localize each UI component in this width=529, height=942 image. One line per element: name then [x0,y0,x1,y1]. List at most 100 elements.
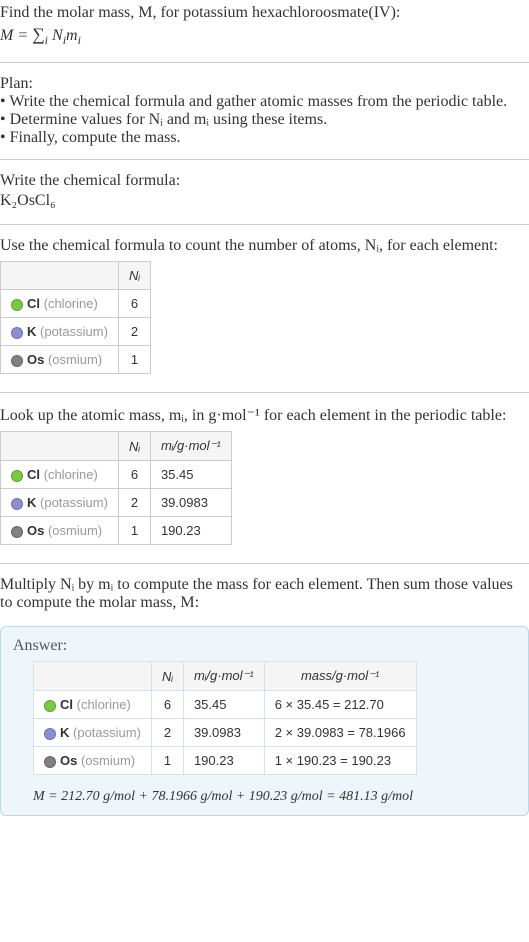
answer-box: Answer: Nᵢ mᵢ/g·mol⁻¹ mass/g·mol⁻¹ Cl (c… [0,626,529,816]
count-heading: Use the chemical formula to count the nu… [0,237,529,255]
element-dot-icon [11,526,23,538]
blank-header [1,262,119,290]
divider [0,62,529,63]
element-name: (chlorine) [44,467,98,482]
multiply-heading: Multiply Nᵢ by mᵢ to compute the mass fo… [0,576,529,612]
mi-cell: 35.45 [150,461,231,489]
element-symbol: Cl [27,296,40,311]
mass-section: Look up the atomic mass, mᵢ, in g·mol⁻¹ … [0,401,529,555]
table-row: Os (osmium) 1 190.23 [1,517,232,545]
mi-cell: 190.23 [150,517,231,545]
divider [0,224,529,225]
ni-cell: 2 [151,719,183,747]
calc-cell: 2 × 39.0983 = 78.1966 [264,719,416,747]
ni-cell: 2 [118,318,150,346]
mi-cell: 39.0983 [150,489,231,517]
multiply-section: Multiply Nᵢ by mᵢ to compute the mass fo… [0,572,529,616]
mi-header: mᵢ/g·mol⁻¹ [150,432,231,461]
element-cell: K (potassium) [1,318,119,346]
element-dot-icon [11,470,23,482]
element-cell: K (potassium) [34,719,152,747]
mass-header: mass/g·mol⁻¹ [264,662,416,691]
element-cell: K (potassium) [1,489,119,517]
intro-line: Find the molar mass, M, for potassium he… [0,4,529,22]
ni-header: Nᵢ [118,262,150,290]
ni-cell: 6 [118,290,150,318]
answer-table: Nᵢ mᵢ/g·mol⁻¹ mass/g·mol⁻¹ Cl (chlorine)… [33,661,417,775]
ni-header: Nᵢ [118,432,150,461]
plan-heading: Plan: [0,75,529,93]
table-row: Os (osmium) 1 [1,346,151,374]
ni-cell: 1 [151,747,183,775]
table-header-row: Nᵢ mᵢ/g·mol⁻¹ [1,432,232,461]
plan-section: Plan: • Write the chemical formula and g… [0,71,529,151]
ni-cell: 6 [118,461,150,489]
element-symbol: Os [27,352,44,367]
ni-cell: 1 [118,346,150,374]
element-name: (potassium) [40,324,108,339]
element-dot-icon [11,355,23,367]
element-cell: Cl (chlorine) [1,461,119,489]
calc-cell: 1 × 190.23 = 190.23 [264,747,416,775]
plan-bullet-3: • Finally, compute the mass. [0,129,529,147]
element-cell: Os (osmium) [1,346,119,374]
element-cell: Os (osmium) [34,747,152,775]
mi-header: mᵢ/g·mol⁻¹ [183,662,264,691]
blank-header [1,432,119,461]
element-name: (potassium) [40,495,108,510]
element-dot-icon [11,498,23,510]
element-cell: Os (osmium) [1,517,119,545]
element-cell: Cl (chlorine) [34,691,152,719]
intro-formula: M = ∑i Nimi [0,22,529,50]
element-dot-icon [44,756,56,768]
element-dot-icon [44,728,56,740]
table-header-row: Nᵢ mᵢ/g·mol⁻¹ mass/g·mol⁻¹ [34,662,417,691]
element-name: (chlorine) [44,296,98,311]
table-row: Cl (chlorine) 6 [1,290,151,318]
mi-cell: 190.23 [183,747,264,775]
ni-header: Nᵢ [151,662,183,691]
intro-section: Find the molar mass, M, for potassium he… [0,0,529,54]
element-symbol: Os [60,753,77,768]
divider [0,159,529,160]
divider [0,563,529,564]
element-dot-icon [11,327,23,339]
element-symbol: Cl [60,697,73,712]
chem-heading: Write the chemical formula: [0,172,529,190]
element-dot-icon [44,700,56,712]
count-section: Use the chemical formula to count the nu… [0,233,529,384]
element-name: (potassium) [73,725,141,740]
table-header-row: Nᵢ [1,262,151,290]
mass-table: Nᵢ mᵢ/g·mol⁻¹ Cl (chlorine) 6 35.45 K (p… [0,431,232,545]
plan-bullet-2: • Determine values for Nᵢ and mᵢ using t… [0,111,529,129]
element-symbol: Os [27,523,44,538]
table-row: Os (osmium) 1 190.23 1 × 190.23 = 190.23 [34,747,417,775]
table-row: K (potassium) 2 39.0983 2 × 39.0983 = 78… [34,719,417,747]
count-table: Nᵢ Cl (chlorine) 6 K (potassium) 2 Os (o… [0,261,151,374]
calc-cell: 6 × 35.45 = 212.70 [264,691,416,719]
plan-bullet-1: • Write the chemical formula and gather … [0,93,529,111]
sum-subscript: i [45,33,48,47]
answer-label: Answer: [13,637,516,655]
mass-heading: Look up the atomic mass, mᵢ, in g·mol⁻¹ … [0,405,529,425]
element-symbol: K [27,324,36,339]
ni-cell: 6 [151,691,183,719]
blank-header [34,662,152,691]
mi-cell: 35.45 [183,691,264,719]
chem-formula: K₂OsCl₆ [0,190,529,212]
element-dot-icon [11,299,23,311]
ni-cell: 1 [118,517,150,545]
mi-cell: 39.0983 [183,719,264,747]
table-row: K (potassium) 2 [1,318,151,346]
divider [0,392,529,393]
answer-result: M = 212.70 g/mol + 78.1966 g/mol + 190.2… [33,781,516,805]
element-symbol: K [60,725,69,740]
table-row: Cl (chlorine) 6 35.45 [1,461,232,489]
chem-formula-section: Write the chemical formula: K₂OsCl₆ [0,168,529,216]
element-name: (chlorine) [77,697,131,712]
table-row: K (potassium) 2 39.0983 [1,489,232,517]
element-symbol: Cl [27,467,40,482]
element-name: (osmium) [81,753,135,768]
table-row: Cl (chlorine) 6 35.45 6 × 35.45 = 212.70 [34,691,417,719]
element-symbol: K [27,495,36,510]
